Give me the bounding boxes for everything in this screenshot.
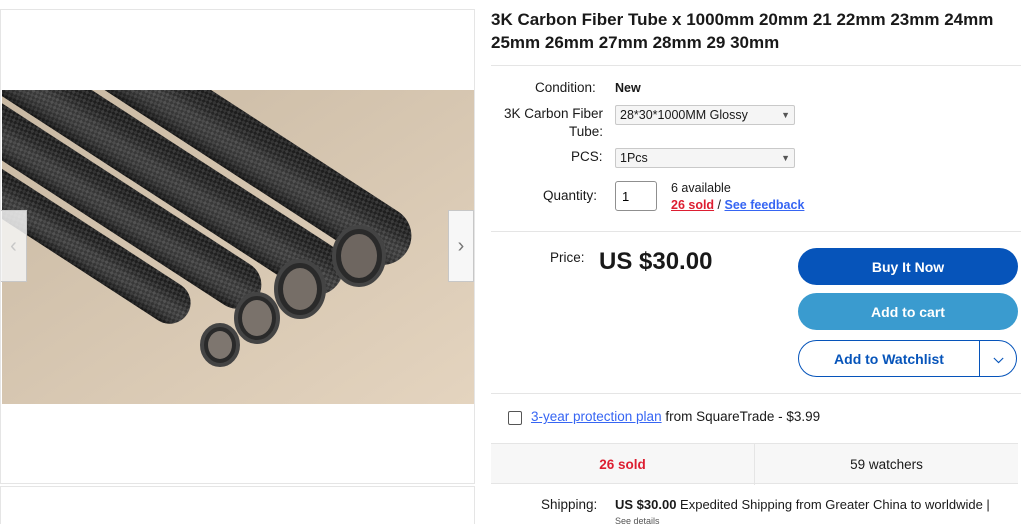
image-gallery: ‹ ›	[0, 9, 475, 484]
item-title: 3K Carbon Fiber Tube x 1000mm 20mm 21 22…	[491, 10, 994, 52]
see-details-link[interactable]: See details	[615, 516, 660, 524]
buy-it-now-button[interactable]: Buy It Now	[798, 248, 1018, 285]
shipping-detail: Expedited Shipping from Greater China to…	[676, 497, 990, 512]
sold-feedback: 26 sold / See feedback	[671, 197, 804, 213]
sold-count: 26 sold	[599, 457, 646, 472]
protection-plan-price: from SquareTrade - $3.99	[661, 409, 821, 424]
chevron-down-icon: ▼	[781, 153, 790, 163]
quantity-label: Quantity:	[543, 188, 598, 203]
chevron-down-icon[interactable]: ⌵	[980, 341, 1017, 376]
protection-plan-text: 3-year protection plan from SquareTrade …	[531, 409, 820, 424]
watchers-count: 59 watchers	[850, 457, 923, 472]
chevron-right-icon[interactable]: ›	[448, 210, 474, 282]
price-label: Price:	[550, 250, 585, 265]
sold-link[interactable]: 26 sold	[671, 198, 714, 212]
variation-label: 3K Carbon Fiber Tube:	[497, 105, 603, 141]
product-image[interactable]	[2, 90, 474, 404]
shipping-amount: US $30.00	[615, 497, 677, 512]
chevron-left-icon[interactable]: ‹	[1, 210, 27, 282]
variation-select[interactable]: 28*30*1000MM Glossy ▼	[615, 105, 795, 125]
variation-label-line1: 3K Carbon Fiber	[503, 106, 603, 121]
shipping-value: US $30.00 Expedited Shipping from Greate…	[615, 497, 990, 512]
divider	[491, 231, 1021, 232]
watchlist-button-group: Add to Watchlist ⌵	[798, 340, 1017, 377]
pcs-label: PCS:	[571, 149, 603, 164]
protection-plan-link[interactable]: 3-year protection plan	[531, 409, 662, 424]
add-to-watchlist-button[interactable]: Add to Watchlist	[799, 341, 979, 376]
variation-selected: 28*30*1000MM Glossy	[620, 108, 748, 122]
add-to-cart-button[interactable]: Add to cart	[798, 293, 1018, 330]
shipping-label: Shipping:	[541, 497, 598, 512]
protection-plan-checkbox[interactable]	[508, 411, 522, 425]
available-count: 6 available	[671, 181, 731, 195]
stats-bar: 26 sold 59 watchers	[491, 443, 1018, 485]
thumbnail-strip	[0, 486, 475, 524]
divider	[491, 65, 1021, 66]
separator: /	[714, 198, 725, 212]
condition-label: Condition:	[535, 80, 596, 95]
listing-page: ‹ › 3K Carbon Fiber Tube x 1000mm 20mm 2…	[0, 0, 1023, 524]
chevron-down-icon: ▼	[781, 110, 790, 120]
pcs-select[interactable]: 1Pcs ▼	[615, 148, 795, 168]
see-feedback-link[interactable]: See feedback	[725, 198, 805, 212]
divider	[491, 393, 1021, 394]
price-value: US $30.00	[599, 248, 713, 275]
quantity-input[interactable]	[615, 181, 657, 211]
pcs-selected: 1Pcs	[620, 151, 648, 165]
condition-value: New	[615, 81, 641, 95]
variation-label-line2: Tube:	[568, 124, 603, 139]
